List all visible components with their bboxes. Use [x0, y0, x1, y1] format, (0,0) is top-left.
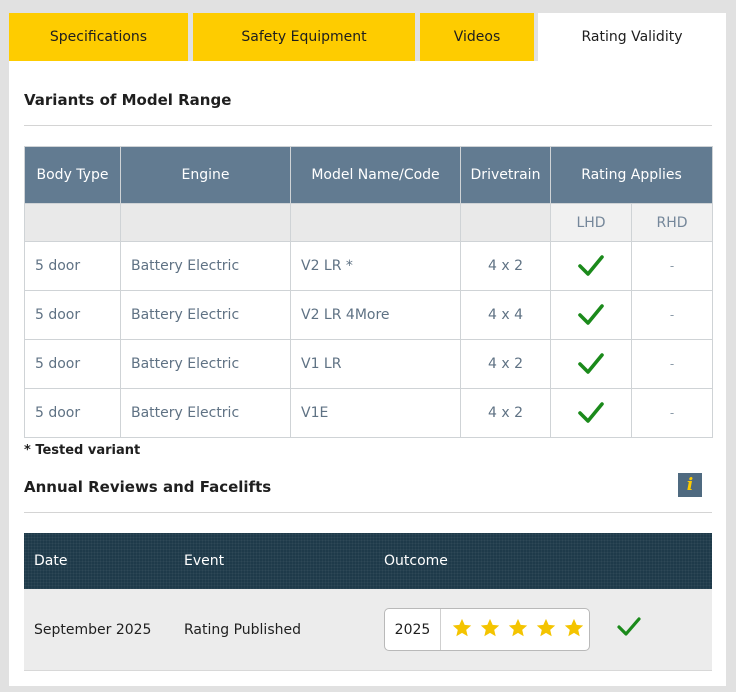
check-icon	[577, 353, 605, 374]
variant-body-type: 5 door	[24, 290, 121, 340]
col-header-drivetrain: Drivetrain	[460, 146, 551, 204]
variant-row: 5 door Battery Electric V2 LR 4More 4 x 4 -	[24, 290, 713, 340]
col-header-event: Event	[184, 553, 225, 569]
divider	[24, 512, 712, 513]
col-header-body-type: Body Type	[24, 146, 121, 204]
variant-body-type: 5 door	[24, 241, 121, 291]
star-icon	[563, 617, 585, 643]
variant-engine: Battery Electric	[120, 290, 291, 340]
variant-model-name: V2 LR *	[290, 241, 461, 291]
col-header-outcome: Outcome	[384, 553, 448, 569]
col-header-engine: Engine	[120, 146, 291, 204]
tab-specifications[interactable]: Specifications	[9, 13, 188, 61]
outcome-rating[interactable]: 2025	[384, 608, 590, 651]
variant-engine: Battery Electric	[120, 388, 291, 438]
info-icon-glyph: i	[686, 475, 694, 495]
review-date: September 2025	[34, 621, 152, 638]
variant-model-name: V2 LR 4More	[290, 290, 461, 340]
variants-table: Body Type Engine Model Name/Code Drivetr…	[24, 146, 713, 438]
variant-lhd	[550, 241, 632, 291]
tested-variant-note: * Tested variant	[24, 443, 141, 458]
col-header-rating-applies: Rating Applies	[550, 146, 713, 204]
sub-header-lhd: LHD	[550, 203, 632, 242]
tab-videos[interactable]: Videos	[420, 13, 534, 61]
variant-lhd	[550, 388, 632, 438]
reviews-title: Annual Reviews and Facelifts	[24, 478, 272, 496]
check-icon	[577, 402, 605, 423]
variant-drivetrain: 4 x 2	[460, 241, 551, 291]
variant-rhd: -	[631, 339, 713, 389]
outcome-year: 2025	[385, 609, 441, 650]
col-header-model: Model Name/Code	[290, 146, 461, 204]
star-icon	[451, 617, 473, 643]
check-icon	[617, 616, 641, 642]
star-rating	[441, 617, 585, 643]
review-row: September 2025 Rating Published 2025	[24, 589, 712, 671]
divider	[24, 670, 712, 671]
star-icon	[535, 617, 557, 643]
variant-rhd: -	[631, 388, 713, 438]
tab-safety-equipment[interactable]: Safety Equipment	[193, 13, 415, 61]
sub-header-empty	[120, 203, 291, 242]
info-icon[interactable]: i	[678, 473, 702, 497]
variant-drivetrain: 4 x 2	[460, 388, 551, 438]
variant-rhd: -	[631, 290, 713, 340]
tab-rating-validity[interactable]: Rating Validity	[538, 13, 726, 61]
variant-rhd: -	[631, 241, 713, 291]
variant-model-name: V1E	[290, 388, 461, 438]
variant-engine: Battery Electric	[120, 339, 291, 389]
variant-engine: Battery Electric	[120, 241, 291, 291]
review-event: Rating Published	[184, 621, 301, 638]
sub-header-empty	[290, 203, 461, 242]
divider	[24, 125, 712, 126]
variant-row: 5 door Battery Electric V2 LR * 4 x 2 -	[24, 241, 713, 291]
check-icon	[577, 255, 605, 276]
sub-header-empty	[460, 203, 551, 242]
variant-drivetrain: 4 x 4	[460, 290, 551, 340]
variant-model-name: V1 LR	[290, 339, 461, 389]
star-icon	[479, 617, 501, 643]
reviews-header: Date Event Outcome	[24, 533, 712, 589]
variant-body-type: 5 door	[24, 388, 121, 438]
col-header-date: Date	[34, 553, 68, 569]
variant-lhd	[550, 339, 632, 389]
variant-lhd	[550, 290, 632, 340]
variant-row: 5 door Battery Electric V1E 4 x 2 -	[24, 388, 713, 438]
sub-header-empty	[24, 203, 121, 242]
variant-drivetrain: 4 x 2	[460, 339, 551, 389]
variant-row: 5 door Battery Electric V1 LR 4 x 2 -	[24, 339, 713, 389]
variants-title: Variants of Model Range	[24, 91, 232, 109]
star-icon	[507, 617, 529, 643]
check-icon	[577, 304, 605, 325]
sub-header-rhd: RHD	[631, 203, 713, 242]
variant-body-type: 5 door	[24, 339, 121, 389]
